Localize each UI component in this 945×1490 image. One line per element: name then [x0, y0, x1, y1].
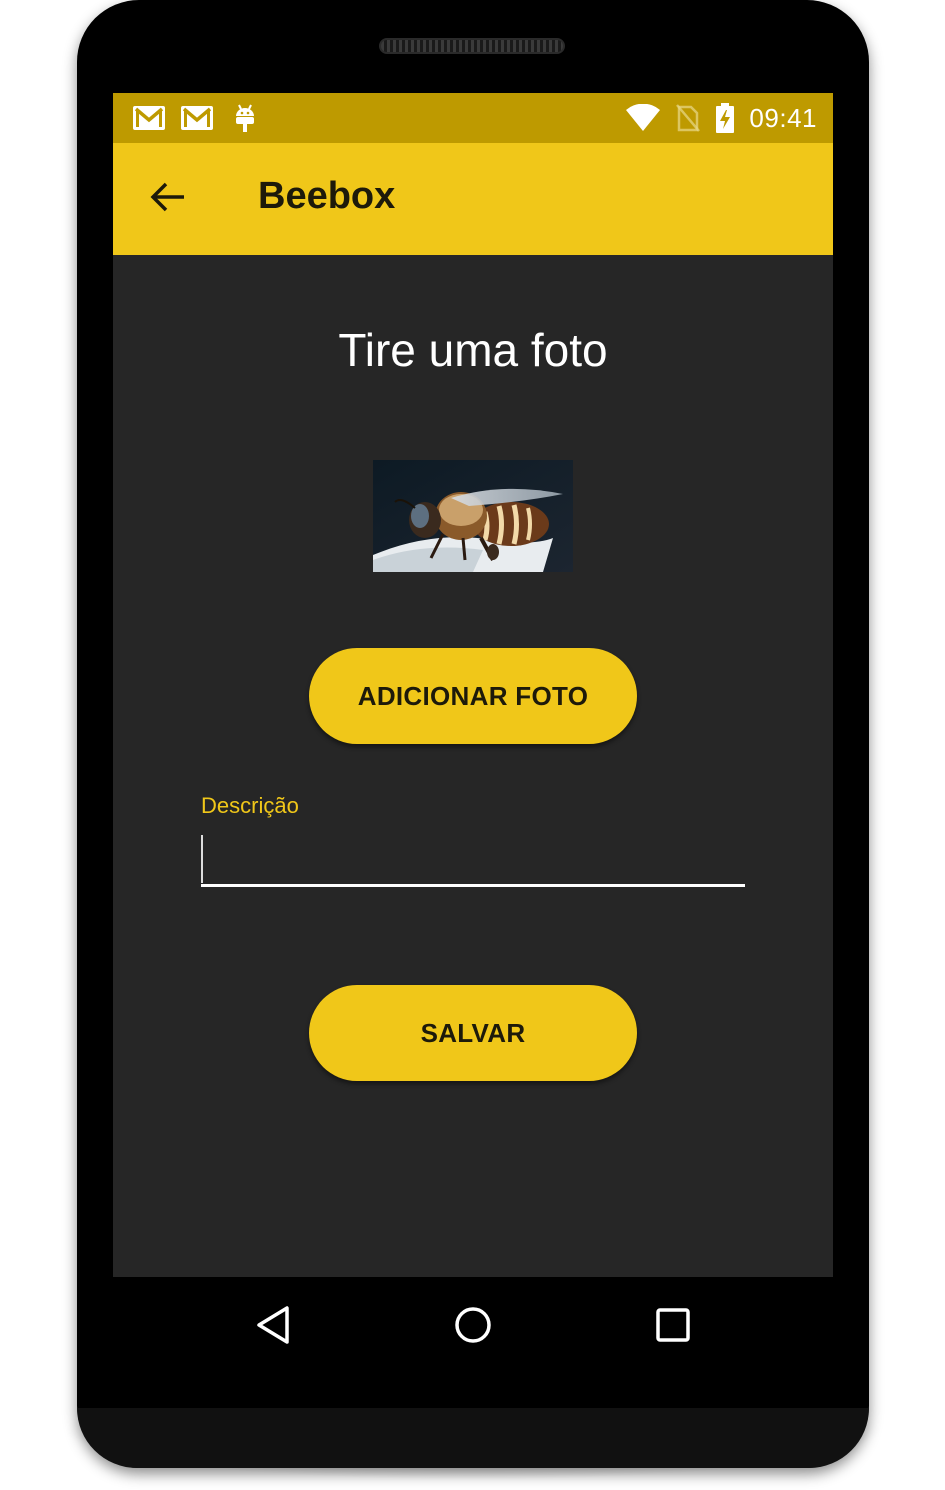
description-field[interactable] [201, 831, 745, 887]
status-bar: 09:41 [113, 93, 833, 143]
no-sim-icon [675, 103, 701, 133]
app-screen: 09:41 Beebox Tire uma foto ADICIONAR FOT… [113, 93, 833, 1277]
text-cursor [201, 835, 203, 883]
nav-back-icon [255, 1305, 291, 1350]
navigation-bar [113, 1277, 833, 1373]
arrow-left-icon [150, 182, 186, 217]
nav-back-button[interactable] [251, 1305, 295, 1349]
device-speaker [379, 38, 565, 54]
app-bar: Beebox [113, 143, 833, 255]
battery-charging-icon [715, 103, 735, 133]
back-button[interactable] [143, 177, 193, 221]
add-photo-button[interactable]: ADICIONAR FOTO [309, 648, 637, 744]
app-title: Beebox [258, 175, 396, 217]
status-time: 09:41 [749, 102, 817, 133]
device-chin [77, 1408, 869, 1468]
notification-icons [131, 103, 275, 133]
page-heading: Tire uma foto [338, 324, 608, 376]
save-button[interactable]: SALVAR [309, 985, 637, 1081]
nav-recents-icon [655, 1307, 691, 1348]
description-label: Descrição [201, 793, 299, 818]
wifi-icon [625, 103, 661, 133]
gmail-icon [131, 103, 167, 133]
gmail-icon [179, 103, 215, 133]
nav-recents-button[interactable] [651, 1305, 695, 1349]
nav-home-icon [453, 1305, 493, 1350]
android-debug-icon [227, 103, 263, 133]
bee-photo[interactable] [373, 460, 573, 572]
nav-home-button[interactable] [451, 1305, 495, 1349]
description-input[interactable] [201, 831, 745, 884]
system-icons: 09:41 [625, 101, 817, 135]
